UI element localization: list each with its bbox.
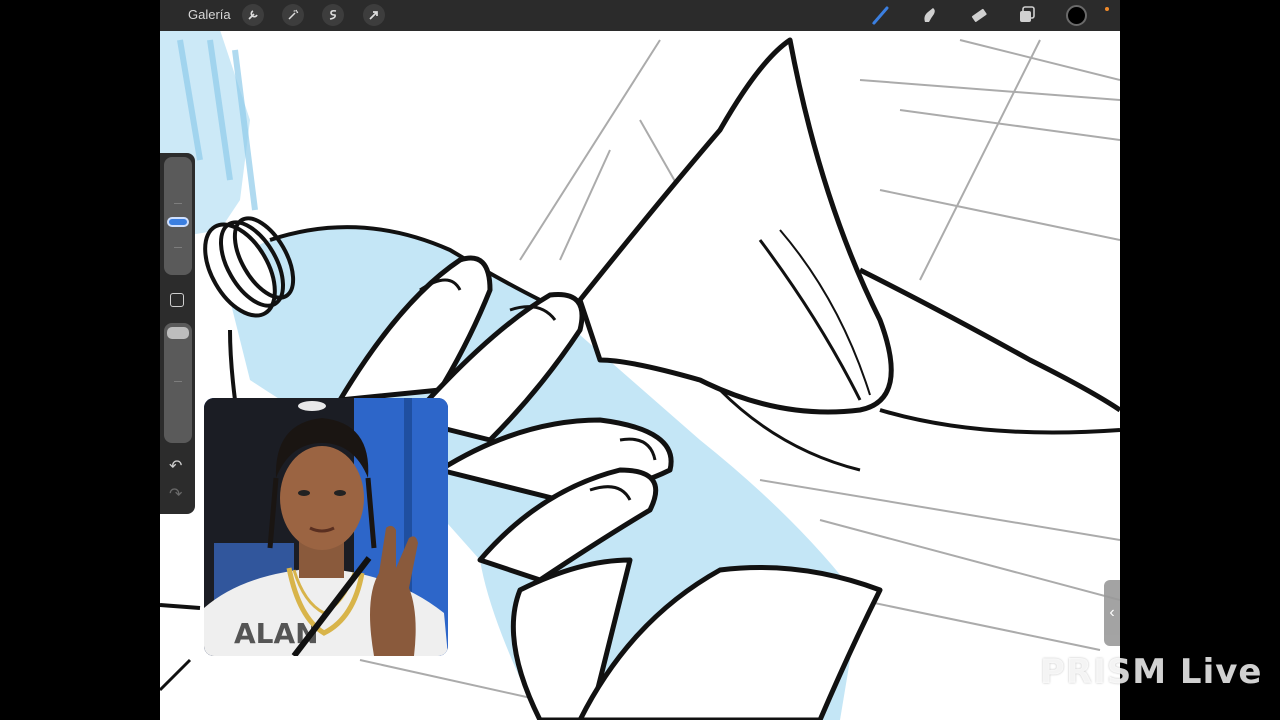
color-swatch-button[interactable] [1066,5,1087,26]
top-toolbar: Galería [160,0,1120,31]
selection-s-icon[interactable] [322,4,344,26]
webcam-video: ALAN [204,398,448,656]
redo-button[interactable]: ↷ [169,486,182,504]
prism-live-watermark: PRISM Live [988,652,1262,692]
brush-size-thumb[interactable] [167,217,189,227]
slider-tick [174,247,182,248]
left-sidebar: ↶ ↷ [160,153,195,514]
wrench-icon[interactable] [242,4,264,26]
watermark-text: PRISM Live [1040,652,1263,692]
slider-tick [174,381,182,382]
magic-wand-icon[interactable] [282,4,304,26]
layers-icon[interactable] [1015,4,1039,26]
right-panel-handle[interactable]: ‹ [1104,580,1120,646]
brush-opacity-thumb[interactable] [167,327,189,339]
gallery-button[interactable]: Galería [188,7,231,22]
smudge-icon[interactable] [918,4,942,26]
transform-arrow-icon[interactable] [363,4,385,26]
brush-opacity-slider[interactable] [164,323,192,443]
slider-tick [174,203,182,204]
brush-icon[interactable] [869,4,893,26]
webcam-overlay: ALAN [204,398,448,656]
brush-size-slider[interactable] [164,157,192,275]
recording-status-dot [1105,7,1109,11]
undo-button[interactable]: ↶ [169,458,182,476]
modify-button[interactable] [170,293,184,307]
prism-logo-icon [988,652,1032,691]
eraser-icon[interactable] [967,4,991,26]
